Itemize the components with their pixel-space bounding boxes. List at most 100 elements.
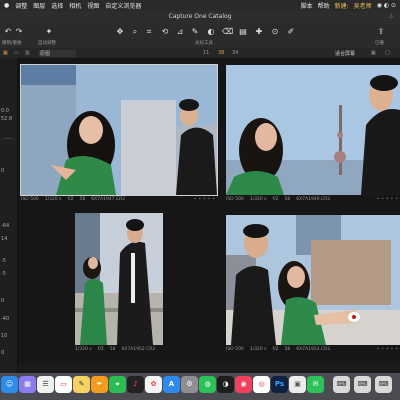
photo-thumbnail-1[interactable]: [20, 64, 218, 196]
sidebar-value[interactable]: 0: [1, 168, 4, 174]
sidebar-value[interactable]: 52.8: [1, 116, 12, 122]
crop-tool-icon[interactable]: ⌗: [144, 27, 154, 37]
count-shown: 34: [232, 50, 239, 56]
sidebar-value[interactable]: 10: [1, 333, 7, 339]
heal-tool-icon[interactable]: ✚: [254, 27, 264, 37]
photo-rating-dots[interactable]: •••••: [377, 197, 400, 202]
photo-filename: 6X7A1949.CR2: [296, 196, 331, 202]
menu-item-camera[interactable]: 相机: [69, 1, 81, 10]
launchpad-icon[interactable]: ▦: [19, 376, 36, 393]
calendar-icon[interactable]: ▭: [55, 376, 72, 393]
user-name[interactable]: 吴老师: [354, 1, 372, 10]
photo-caption-3: 1/320 s f/2 58 6X7A1952.CR2: [75, 345, 163, 353]
undo-redo-label: 撤销/重做: [2, 41, 22, 46]
menu-item-layers[interactable]: 图层: [33, 1, 45, 10]
photo-image: [21, 65, 217, 195]
photo-image: [75, 213, 163, 345]
redo-icon[interactable]: ↷: [14, 27, 24, 37]
keyboard-icon[interactable]: ⌨: [333, 376, 350, 393]
photo-filename: 6X7A1952.CR2: [121, 346, 156, 352]
photo-image: [226, 65, 400, 195]
music-app-icon[interactable]: ♪: [127, 376, 144, 393]
capture-one-icon[interactable]: ◑: [217, 376, 234, 393]
picker-tool-icon[interactable]: ⊙: [270, 27, 280, 37]
preview-icon[interactable]: ▣: [289, 376, 306, 393]
dock: ☺ ▦ ☰ ▭ ✎ ✒ ⌖ ♪ ✿ A ⚙ ◍ ◑ ◉ ◎ Ps ▣ ✉ ⌨ ⌨…: [0, 373, 400, 400]
sidebar-value[interactable]: 0: [1, 350, 4, 356]
wechat-icon[interactable]: ◍: [199, 376, 216, 393]
photo-shutter: 1/320 s: [249, 196, 267, 202]
photo-shutter: 1/320 s: [44, 196, 62, 202]
netease-music-icon[interactable]: ◉: [235, 376, 252, 393]
settings-icon[interactable]: ⚙: [181, 376, 198, 393]
photo-thumbnail-3[interactable]: [75, 213, 163, 345]
filter-select[interactable]: 原图: [38, 50, 76, 57]
keystone-tool-icon[interactable]: ⊿: [175, 27, 185, 37]
notes-icon[interactable]: ✎: [73, 376, 90, 393]
warning-icon[interactable]: ⚠: [389, 13, 394, 20]
sidebar-value[interactable]: -40: [1, 316, 9, 322]
menu-bar: ● 调整 图层 选择 相机 视图 自定义浏览器 脚本 帮助 新建: 吴老师 ◉ …: [0, 0, 400, 11]
filmstrip-view-icon[interactable]: ▥: [25, 50, 30, 56]
grid-layout-icon[interactable]: ▦: [371, 50, 376, 56]
menu-item-scripts[interactable]: 脚本: [301, 1, 313, 10]
auto-adjust-icon[interactable]: ✦: [44, 27, 54, 37]
photo-rating-dots[interactable]: •••••: [194, 197, 217, 202]
status-icons[interactable]: ◉ ◐ ⊙: [377, 2, 396, 9]
export-icon[interactable]: ⇪: [376, 27, 386, 37]
viewer-toolbar: ▦ ▭ ▥ 原图 11 38 34 适合屏幕 ▦ □: [0, 48, 400, 58]
tool-sidebar: 0.0 52.8 0 -64 14 -5 -5 0 -40 10 0: [0, 58, 18, 373]
app-store-icon[interactable]: A: [163, 376, 180, 393]
sidebar-value[interactable]: -64: [1, 223, 9, 229]
photo-thumbnail-4[interactable]: [226, 215, 400, 345]
photo-caption-1: ISO 500 1/320 s f/2 58 6X7A1947.CR2 ••••…: [21, 195, 217, 203]
menu-item-view[interactable]: 视图: [87, 1, 99, 10]
grid-view-icon[interactable]: ▦: [3, 50, 8, 56]
menu-item-select[interactable]: 选择: [51, 1, 63, 10]
sidebar-value[interactable]: 0.0: [1, 108, 9, 114]
photo-rating-dots[interactable]: •••••: [377, 347, 400, 352]
finder-icon[interactable]: ☺: [1, 376, 18, 393]
eraser-tool-icon[interactable]: ⌫: [222, 27, 233, 37]
chrome-icon[interactable]: ◎: [253, 376, 270, 393]
contacts-icon[interactable]: ☰: [37, 376, 54, 393]
menu-item-help[interactable]: 帮助: [318, 1, 330, 10]
undo-icon[interactable]: ↶: [3, 27, 13, 37]
maps-icon[interactable]: ⌖: [109, 376, 126, 393]
menu-item-custom-browser[interactable]: 自定义浏览器: [105, 1, 141, 10]
photo-caption-2: ISO 500 1/320 s f/2 58 6X7A1949.CR2 ••••…: [226, 195, 400, 203]
menu-item-adjust[interactable]: 调整: [15, 1, 27, 10]
gradient-tool-icon[interactable]: ▤: [238, 27, 248, 37]
pages-icon[interactable]: ✒: [91, 376, 108, 393]
photo-thumbnail-2[interactable]: [226, 65, 400, 195]
rotate-tool-icon[interactable]: ⟲: [160, 27, 170, 37]
photo-focal: 58: [284, 346, 291, 352]
export-label: 已撤: [375, 41, 384, 46]
single-layout-icon[interactable]: □: [385, 50, 390, 56]
window-title-bar: Capture One Catalog ⚠: [0, 11, 400, 24]
zoom-tool-icon[interactable]: ⌕: [130, 27, 140, 37]
sidebar-value[interactable]: 14: [1, 236, 7, 242]
pan-tool-icon[interactable]: ✥: [115, 27, 125, 37]
mask-tool-icon[interactable]: ◐: [206, 27, 216, 37]
auto-adjust-label: 自动调整: [38, 41, 56, 46]
photo-focal: 58: [79, 196, 86, 202]
sidebar-value[interactable]: 0: [1, 298, 4, 304]
list-view-icon[interactable]: ▭: [14, 50, 19, 56]
sidebar-value[interactable]: -5: [1, 258, 6, 264]
photos-icon[interactable]: ✿: [145, 376, 162, 393]
photo-shutter: 1/320 s: [75, 346, 92, 352]
keyboard-icon-3[interactable]: ⌨: [375, 376, 392, 393]
photoshop-icon[interactable]: Ps: [271, 376, 288, 393]
toolbar: ↶ ↷ ✦ 撤销/重做 自动调整 ✥ ⌕ ⌗ ⟲ ⊿ ✎ ◐ ⌫ ▤ ✚ ⊙ ✐…: [0, 24, 400, 49]
fit-screen-button[interactable]: 适合屏幕: [335, 50, 355, 57]
photo-aperture: f/2: [67, 196, 74, 202]
sidebar-value[interactable]: -5: [1, 271, 6, 277]
annotate-tool-icon[interactable]: ✐: [286, 27, 296, 37]
messages-icon[interactable]: ✉: [307, 376, 324, 393]
brush-tool-icon[interactable]: ✎: [190, 27, 200, 37]
keyboard-icon-2[interactable]: ⌨: [354, 376, 371, 393]
sidebar-divider: [3, 138, 13, 139]
apple-menu-icon[interactable]: ●: [4, 2, 9, 9]
photo-shutter: 1/320 s: [249, 346, 267, 352]
